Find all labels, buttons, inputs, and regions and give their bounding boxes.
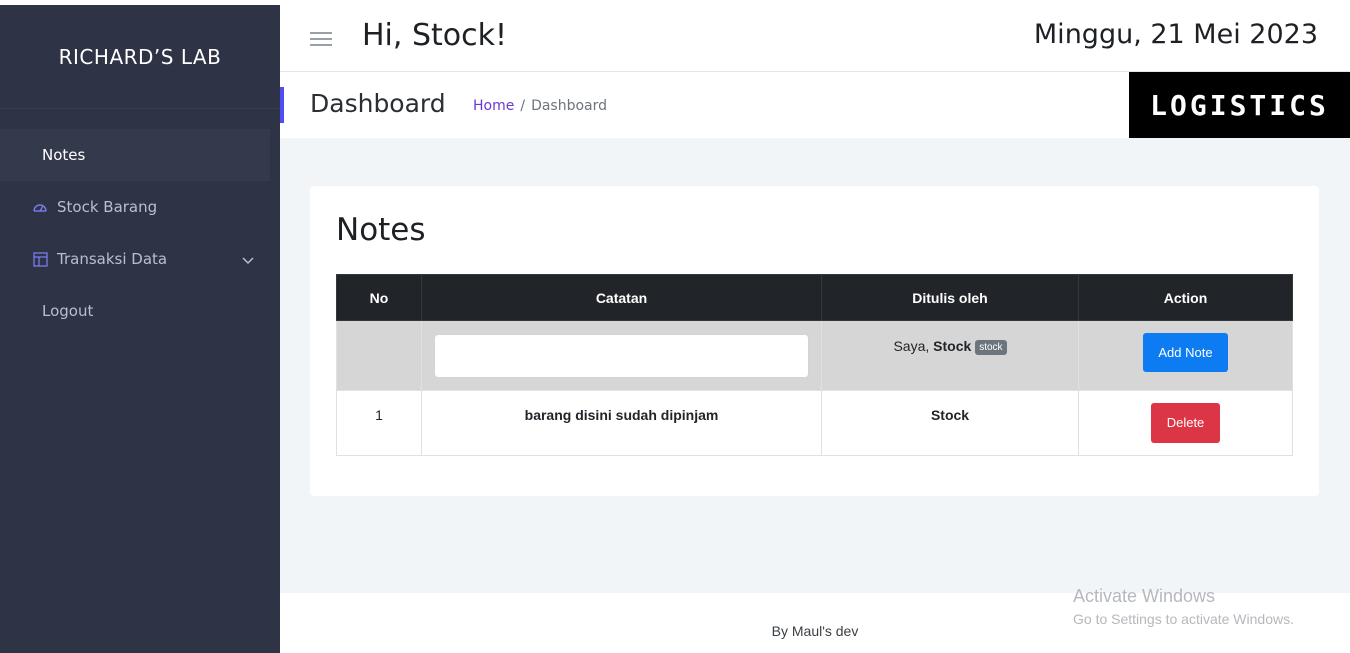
logistics-logo: LOGISTICS	[1129, 72, 1350, 138]
sidebar-item-logout[interactable]: Logout	[0, 285, 280, 337]
layout-panel-icon	[32, 251, 48, 267]
column-header-ditulis-oleh: Ditulis oleh	[821, 274, 1079, 321]
page-header: Dashboard Home / Dashboard LOGISTICS	[280, 72, 1350, 138]
author-prefix: Saya,	[893, 338, 930, 354]
chevron-down-icon[interactable]	[242, 251, 254, 269]
delete-note-button[interactable]: Delete	[1151, 403, 1220, 443]
table-row: 1 barang disini sudah dipinjam Stock Del…	[336, 390, 1293, 456]
activate-windows-watermark: Activate Windows Go to Settings to activ…	[1073, 586, 1294, 627]
current-date: Minggu, 21 Mei 2023	[1033, 19, 1318, 50]
breadcrumb: Home / Dashboard	[473, 98, 607, 114]
sidebar-item-label: Transaksi Data	[57, 250, 168, 268]
sidebar: RICHARD’S LAB Notes Stock Barang Transak…	[0, 5, 280, 653]
breadcrumb-current: Dashboard	[531, 98, 608, 114]
sidebar-item-label: Notes	[42, 146, 86, 164]
main-content: Notes No Catatan Ditulis oleh Action Say…	[280, 138, 1350, 593]
sidebar-item-stock-barang[interactable]: Stock Barang	[0, 181, 280, 233]
new-note-row: Saya, Stock stock Add Note	[336, 320, 1293, 391]
table-cell	[421, 320, 822, 391]
notes-card: Notes No Catatan Ditulis oleh Action Say…	[310, 186, 1319, 496]
note-author: Stock	[821, 390, 1079, 456]
table-cell	[336, 320, 422, 391]
add-note-button[interactable]: Add Note	[1143, 333, 1228, 372]
note-text: barang disini sudah dipinjam	[421, 390, 822, 456]
note-input[interactable]	[434, 334, 809, 378]
table-header-row: No Catatan Ditulis oleh Action	[336, 274, 1293, 321]
column-header-catatan: Catatan	[421, 274, 822, 321]
row-number: 1	[336, 390, 422, 456]
watermark-title: Activate Windows	[1073, 586, 1216, 606]
watermark-subtitle: Go to Settings to activate Windows.	[1073, 611, 1294, 627]
page-title-accent	[280, 87, 284, 123]
table-cell: Saya, Stock stock	[821, 320, 1079, 391]
table-cell: Delete	[1078, 390, 1293, 456]
page-title: Dashboard	[310, 89, 446, 118]
author-name: Stock	[933, 338, 972, 354]
sidebar-item-notes[interactable]: Notes	[0, 129, 270, 181]
breadcrumb-separator: /	[520, 98, 526, 114]
brand-title: RICHARD’S LAB	[0, 5, 280, 109]
breadcrumb-home-link[interactable]: Home	[473, 98, 514, 114]
sidebar-item-label: Stock Barang	[57, 198, 158, 216]
greeting-title: Hi, Stock!	[362, 18, 508, 53]
notes-table: No Catatan Ditulis oleh Action Saya, Sto…	[336, 274, 1293, 456]
top-header: Hi, Stock! Minggu, 21 Mei 2023	[280, 5, 1350, 72]
hamburger-menu-icon[interactable]	[310, 32, 332, 46]
sidebar-item-label: Logout	[42, 302, 94, 320]
sidebar-item-transaksi-data[interactable]: Transaksi Data	[0, 233, 280, 285]
dashboard-gauge-icon	[32, 199, 48, 215]
author-badge: stock	[975, 340, 1007, 355]
notes-title: Notes	[336, 212, 426, 248]
column-header-action: Action	[1078, 274, 1293, 321]
table-cell: Add Note	[1078, 320, 1293, 391]
sidebar-nav: Notes Stock Barang Transaksi Data Logout	[0, 129, 280, 337]
column-header-no: No	[336, 274, 422, 321]
